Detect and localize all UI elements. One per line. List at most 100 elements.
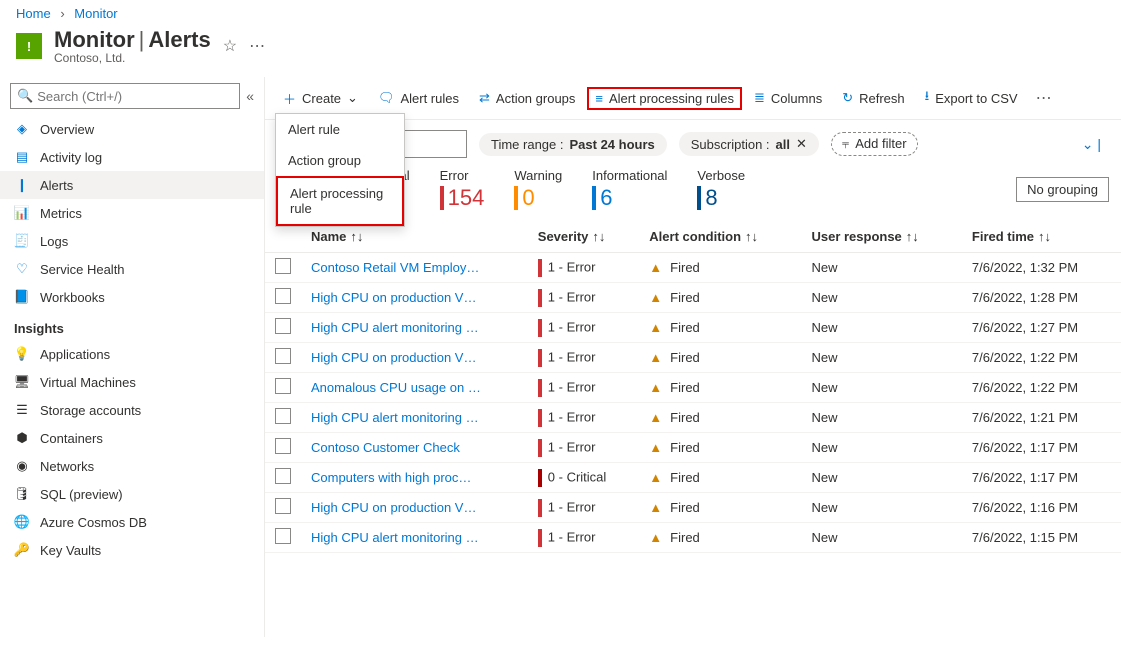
alert-name[interactable]: Contoso Retail VM Employ… [301,253,528,283]
user-response: New [801,463,961,493]
sidebar-item-azure-cosmos-db[interactable]: 🌐Azure Cosmos DB [0,508,264,536]
table-row[interactable]: High CPU alert monitoring …1 - Error▲Fir… [265,313,1121,343]
row-checkbox[interactable] [275,408,291,424]
warning-icon: ▲ [649,410,662,425]
sidebar-item-overview[interactable]: ◈Overview [0,115,264,143]
alert-name[interactable]: High CPU alert monitoring … [301,523,528,553]
alert-name[interactable]: High CPU alert monitoring … [301,313,528,343]
alert-name[interactable]: High CPU on production V… [301,343,528,373]
search-input[interactable] [37,89,233,104]
nav-icon: ❙ [14,177,30,193]
columns-button[interactable]: ≣Columns [746,86,830,110]
table-row[interactable]: Contoso Retail VM Employ…1 - Error▲Fired… [265,253,1121,283]
sidebar-item-service-health[interactable]: ♡Service Health [0,255,264,283]
table-row[interactable]: High CPU alert monitoring …1 - Error▲Fir… [265,403,1121,433]
row-checkbox[interactable] [275,528,291,544]
header-more-icon[interactable]: ⋯ [249,36,265,56]
alert-name[interactable]: High CPU on production V… [301,283,528,313]
row-checkbox[interactable] [275,498,291,514]
search-icon: 🔍 [17,88,33,104]
summary-informational[interactable]: Informational6 [592,168,667,211]
alert-severity: 1 - Error [528,253,640,283]
row-checkbox[interactable] [275,438,291,454]
clear-sub-icon[interactable]: ✕ [796,136,807,152]
col-fired[interactable]: Fired time↑↓ [962,221,1121,253]
action-groups-button[interactable]: ⇄Action groups [471,86,583,110]
alert-name[interactable]: High CPU alert monitoring … [301,403,528,433]
sidebar-item-workbooks[interactable]: 📘Workbooks [0,283,264,311]
expand-icon[interactable]: ⌄ | [1082,136,1109,153]
collapse-sidebar-icon[interactable]: « [246,88,254,104]
table-row[interactable]: Contoso Customer Check1 - Error▲FiredNew… [265,433,1121,463]
row-checkbox[interactable] [275,258,291,274]
sidebar-item-metrics[interactable]: 📊Metrics [0,199,264,227]
col-condition[interactable]: Alert condition↑↓ [639,221,801,253]
nav-icon: ▤ [14,149,30,165]
sidebar-search[interactable]: 🔍 [10,83,240,109]
timerange-filter[interactable]: Time range : Past 24 hours [479,133,667,156]
plus-icon: ＋ [283,89,296,108]
sidebar-item-key-vaults[interactable]: 🔑Key Vaults [0,536,264,564]
alert-name[interactable]: High CPU on production V… [301,493,528,523]
sidebar-item-networks[interactable]: ◉Networks [0,452,264,480]
export-button[interactable]: ⭳Export to CSV [917,83,1026,113]
table-row[interactable]: Anomalous CPU usage on …1 - Error▲FiredN… [265,373,1121,403]
severity-bar [514,186,518,210]
nav-icon: 📘 [14,289,30,305]
alert-name[interactable]: Contoso Customer Check [301,433,528,463]
sidebar-item-applications[interactable]: 💡Applications [0,340,264,368]
severity-bar [538,469,542,487]
table-row[interactable]: Computers with high proc…0 - Critical▲Fi… [265,463,1121,493]
table-row[interactable]: High CPU on production V…1 - Error▲Fired… [265,283,1121,313]
table-row[interactable]: High CPU on production V…1 - Error▲Fired… [265,343,1121,373]
subscription-filter[interactable]: Subscription : all✕ [679,132,819,156]
add-filter-button[interactable]: ⫧Add filter [831,132,918,156]
pin-icon[interactable]: ☆ [223,36,237,56]
sidebar-item-containers[interactable]: ⬢Containers [0,424,264,452]
create-menu-item[interactable]: Alert processing rule [276,176,404,226]
toolbar-more-icon[interactable]: ⋯ [1036,88,1052,108]
create-menu-item[interactable]: Action group [276,145,404,176]
row-checkbox[interactable] [275,288,291,304]
alert-condition: ▲Fired [639,373,801,403]
main-panel: ＋Create ⌄ 🗨Alert rules ⇄Action groups ≡A… [265,77,1121,637]
row-checkbox[interactable] [275,348,291,364]
warning-icon: ▲ [649,470,662,485]
sidebar-item-alerts[interactable]: ❙Alerts [0,171,264,199]
fired-time: 7/6/2022, 1:16 PM [962,493,1121,523]
sidebar-item-sql-preview-[interactable]: 🛢SQL (preview) [0,480,264,508]
col-response[interactable]: User response↑↓ [801,221,961,253]
sidebar-item-activity-log[interactable]: ▤Activity log [0,143,264,171]
grouping-button[interactable]: No grouping [1016,177,1109,202]
sidebar-item-storage-accounts[interactable]: ☰Storage accounts [0,396,264,424]
alert-name[interactable]: Computers with high proc… [301,463,528,493]
breadcrumb-home[interactable]: Home [16,6,51,21]
summary-error[interactable]: Error154 [440,168,485,211]
list-icon: ≡ [595,91,603,106]
row-checkbox[interactable] [275,318,291,334]
create-button[interactable]: ＋Create ⌄ [275,85,366,112]
warning-icon: ▲ [649,440,662,455]
table-row[interactable]: High CPU alert monitoring …1 - Error▲Fir… [265,523,1121,553]
table-row[interactable]: High CPU on production V…1 - Error▲Fired… [265,493,1121,523]
breadcrumb-current[interactable]: Monitor [74,6,117,21]
fired-time: 7/6/2022, 1:32 PM [962,253,1121,283]
refresh-button[interactable]: ↻Refresh [834,86,912,110]
user-response: New [801,523,961,553]
alert-severity: 1 - Error [528,403,640,433]
alert-rules-button[interactable]: 🗨Alert rules [370,86,467,110]
col-severity[interactable]: Severity↑↓ [528,221,640,253]
nav-label: Service Health [40,262,125,277]
row-checkbox[interactable] [275,378,291,394]
sidebar-item-logs[interactable]: 🧾Logs [0,227,264,255]
alert-name[interactable]: Anomalous CPU usage on … [301,373,528,403]
nav-label: Overview [40,122,94,137]
summary-verbose[interactable]: Verbose8 [697,168,745,211]
summary-warning[interactable]: Warning0 [514,168,562,211]
sort-icon: ↑↓ [906,229,919,244]
create-menu-item[interactable]: Alert rule [276,114,404,145]
sidebar-item-virtual-machines[interactable]: 🖥Virtual Machines [0,368,264,396]
alert-processing-rules-button[interactable]: ≡Alert processing rules [587,87,742,110]
user-response: New [801,403,961,433]
row-checkbox[interactable] [275,468,291,484]
